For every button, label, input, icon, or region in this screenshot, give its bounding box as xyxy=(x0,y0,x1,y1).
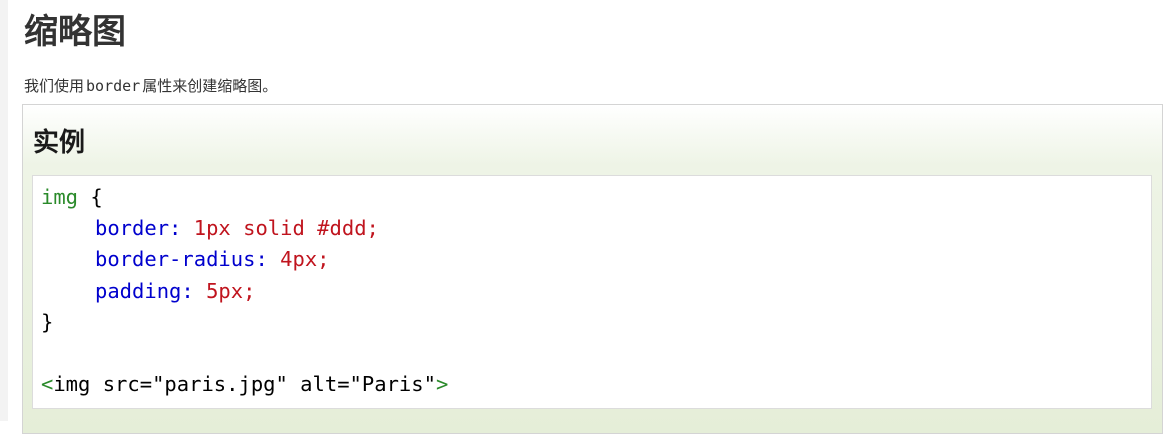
intro-inline-code: border xyxy=(86,77,141,95)
intro-text-after: 属性来创建缩略图。 xyxy=(142,77,278,95)
code-line-2: border: 1px solid #ddd; xyxy=(41,213,1143,244)
code-value-padding: 5px; xyxy=(193,278,256,303)
code-selector: img xyxy=(41,185,79,209)
code-line-1: img { xyxy=(41,182,1143,213)
code-value-border-radius: 4px; xyxy=(267,247,330,272)
code-open-brace: { xyxy=(78,185,103,209)
code-line-5: } xyxy=(41,307,1143,338)
example-box: 实例 img {border: 1px solid #ddd; border-ra… xyxy=(22,104,1163,434)
intro-paragraph: 我们使用 border 属性来创建缩略图。 xyxy=(24,74,277,98)
code-line-3: border-radius: 4px; xyxy=(41,244,1143,275)
example-heading: 实例 xyxy=(33,128,86,158)
intro-text-before: 我们使用 xyxy=(24,77,85,95)
code-img-tag: img src="paris.jpg" alt="Paris" xyxy=(53,372,436,397)
code-value-border: 1px solid #ddd; xyxy=(181,216,379,241)
code-tag-close-bracket: > xyxy=(435,372,449,397)
page-title: 缩略图 xyxy=(24,12,126,52)
code-block: img {border: 1px solid #ddd; border-radiu… xyxy=(32,175,1152,409)
left-margin-rule xyxy=(0,0,8,421)
code-line-7: <img src="paris.jpg" alt="Paris"> xyxy=(41,369,1143,400)
code-line-6-blank xyxy=(41,338,1143,369)
code-property-border: border: xyxy=(95,216,182,241)
code-property-padding: padding: xyxy=(95,278,194,303)
code-property-border-radius: border-radius: xyxy=(95,247,268,272)
code-tag-open-bracket: < xyxy=(41,372,54,397)
code-line-4: padding: 5px; xyxy=(41,276,1143,307)
code-close-brace: } xyxy=(41,309,54,334)
